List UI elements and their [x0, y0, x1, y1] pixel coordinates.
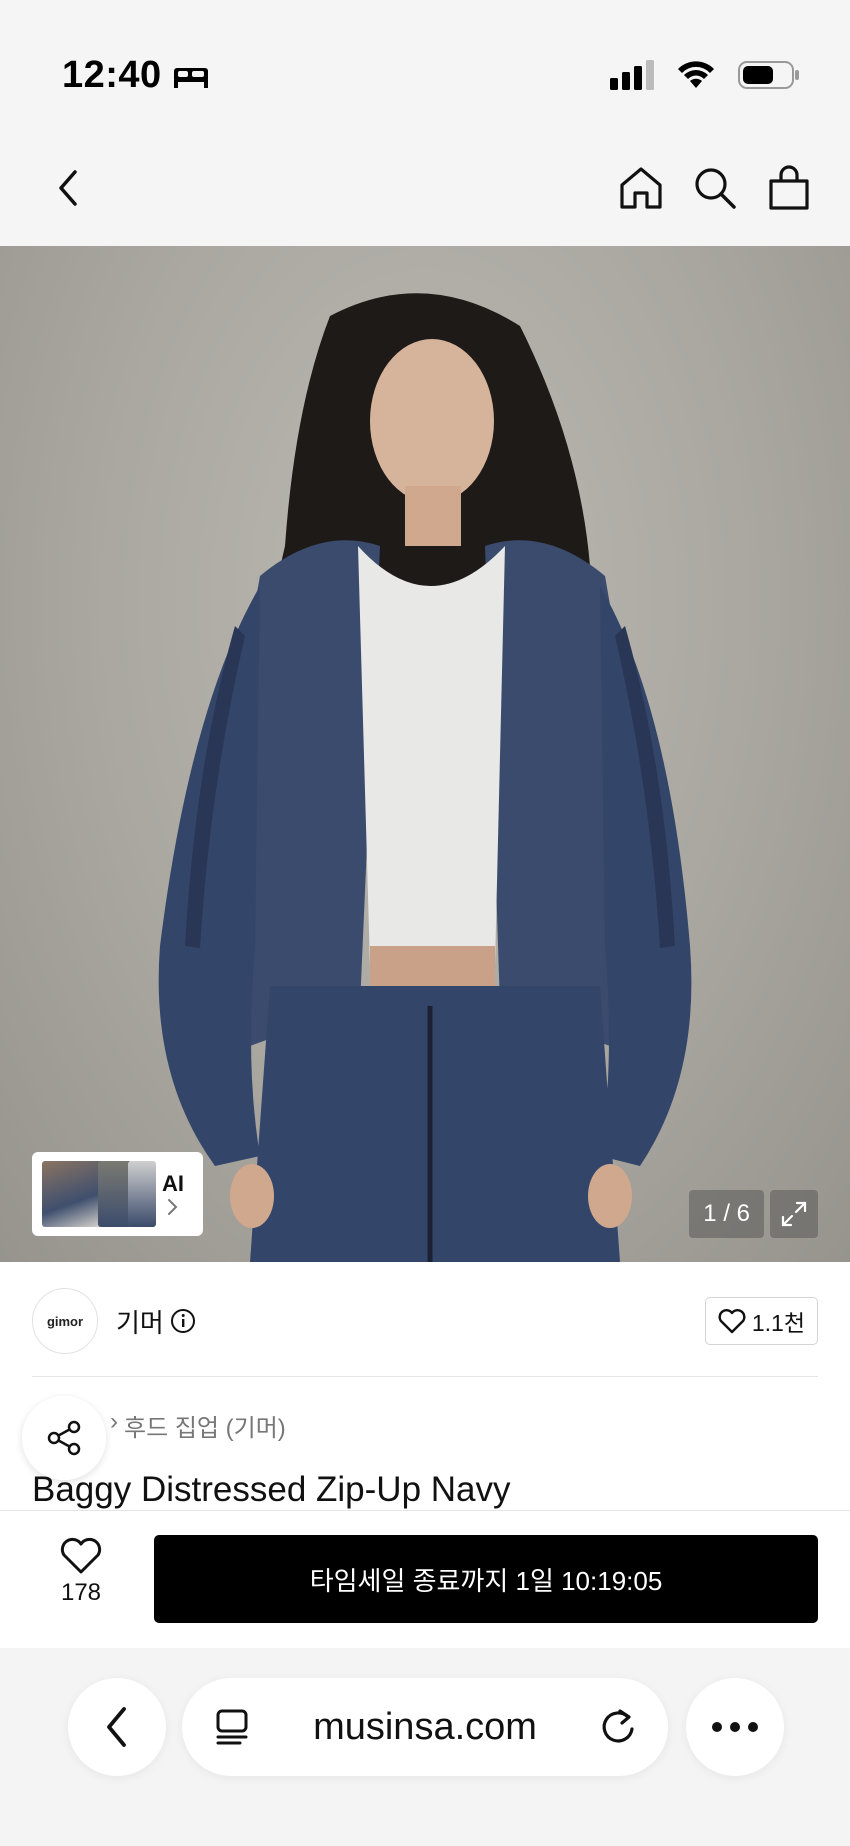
- brand-logo[interactable]: gimor: [32, 1288, 98, 1354]
- purchase-bar: 178 타임세일 종료까지 1일 10:19:05: [0, 1510, 850, 1648]
- more-button[interactable]: [686, 1678, 784, 1776]
- back-button[interactable]: [38, 158, 98, 218]
- bed-icon: [173, 67, 208, 88]
- reload-icon[interactable]: [598, 1707, 638, 1747]
- brand-like-count: 1.1천: [751, 1310, 805, 1336]
- brand-name[interactable]: 기머: [116, 1303, 164, 1340]
- search-button[interactable]: [686, 158, 744, 218]
- more-icon: [712, 1722, 758, 1732]
- image-counter: 1 / 6: [689, 1190, 764, 1238]
- clock-text: 12:40: [62, 54, 162, 96]
- wishlist-button[interactable]: 178: [46, 1537, 116, 1607]
- top-nav-bar: [0, 130, 850, 246]
- browser-toolbar: musinsa.com: [0, 1648, 850, 1846]
- product-photo: [158, 293, 692, 1262]
- status-bar: 12:40: [0, 0, 850, 130]
- shopping-bag-icon: [769, 165, 809, 210]
- url-text[interactable]: musinsa.com: [252, 1706, 598, 1749]
- share-icon: [47, 1420, 81, 1456]
- breadcrumb-category[interactable]: 후드 집업 (기머): [124, 1408, 286, 1443]
- battery-icon: [738, 61, 799, 89]
- brand-info-button[interactable]: [170, 1308, 196, 1334]
- breadcrumb[interactable]: › 후드 집업 (기머): [110, 1408, 286, 1443]
- chevron-left-icon: [59, 170, 77, 206]
- divider: [32, 1376, 818, 1377]
- wifi-icon: [678, 61, 714, 88]
- ai-thumbnails: [38, 1157, 158, 1231]
- brand-like-button[interactable]: 1.1천: [704, 1297, 818, 1345]
- heart-icon: [718, 1309, 746, 1334]
- search-icon: [695, 168, 736, 209]
- home-icon: [620, 167, 662, 209]
- info-icon: [170, 1309, 195, 1333]
- home-button[interactable]: [612, 158, 670, 218]
- wishlist-count: 178: [60, 1579, 102, 1606]
- ai-label: AI: [162, 1171, 184, 1196]
- chevron-right-icon: [168, 1199, 178, 1215]
- chevron-left-icon: [107, 1707, 126, 1747]
- expand-icon: [781, 1201, 807, 1227]
- product-image-carousel[interactable]: AI 1 / 6: [0, 246, 850, 1262]
- browser-back-button[interactable]: [68, 1678, 166, 1776]
- time-sale-button[interactable]: 타임세일 종료까지 1일 10:19:05: [154, 1535, 818, 1623]
- cellular-signal-icon: [610, 60, 654, 90]
- reader-icon[interactable]: [212, 1707, 252, 1747]
- heart-icon: [60, 1537, 102, 1574]
- brand-row: gimor 기머 1.1천: [32, 1288, 818, 1354]
- cart-button[interactable]: [760, 158, 818, 218]
- expand-button[interactable]: [770, 1190, 818, 1238]
- breadcrumb-separator: ›: [110, 1408, 118, 1435]
- ai-styling-button[interactable]: AI: [32, 1152, 203, 1236]
- status-time: 12:40: [62, 54, 210, 97]
- address-bar[interactable]: musinsa.com: [182, 1678, 668, 1776]
- product-info: gimor 기머 1.1천 › 후드 집업 (기머) Baggy Distres: [0, 1262, 850, 1510]
- product-title: Baggy Distressed Zip-Up Navy: [32, 1470, 511, 1509]
- share-button[interactable]: [22, 1396, 106, 1480]
